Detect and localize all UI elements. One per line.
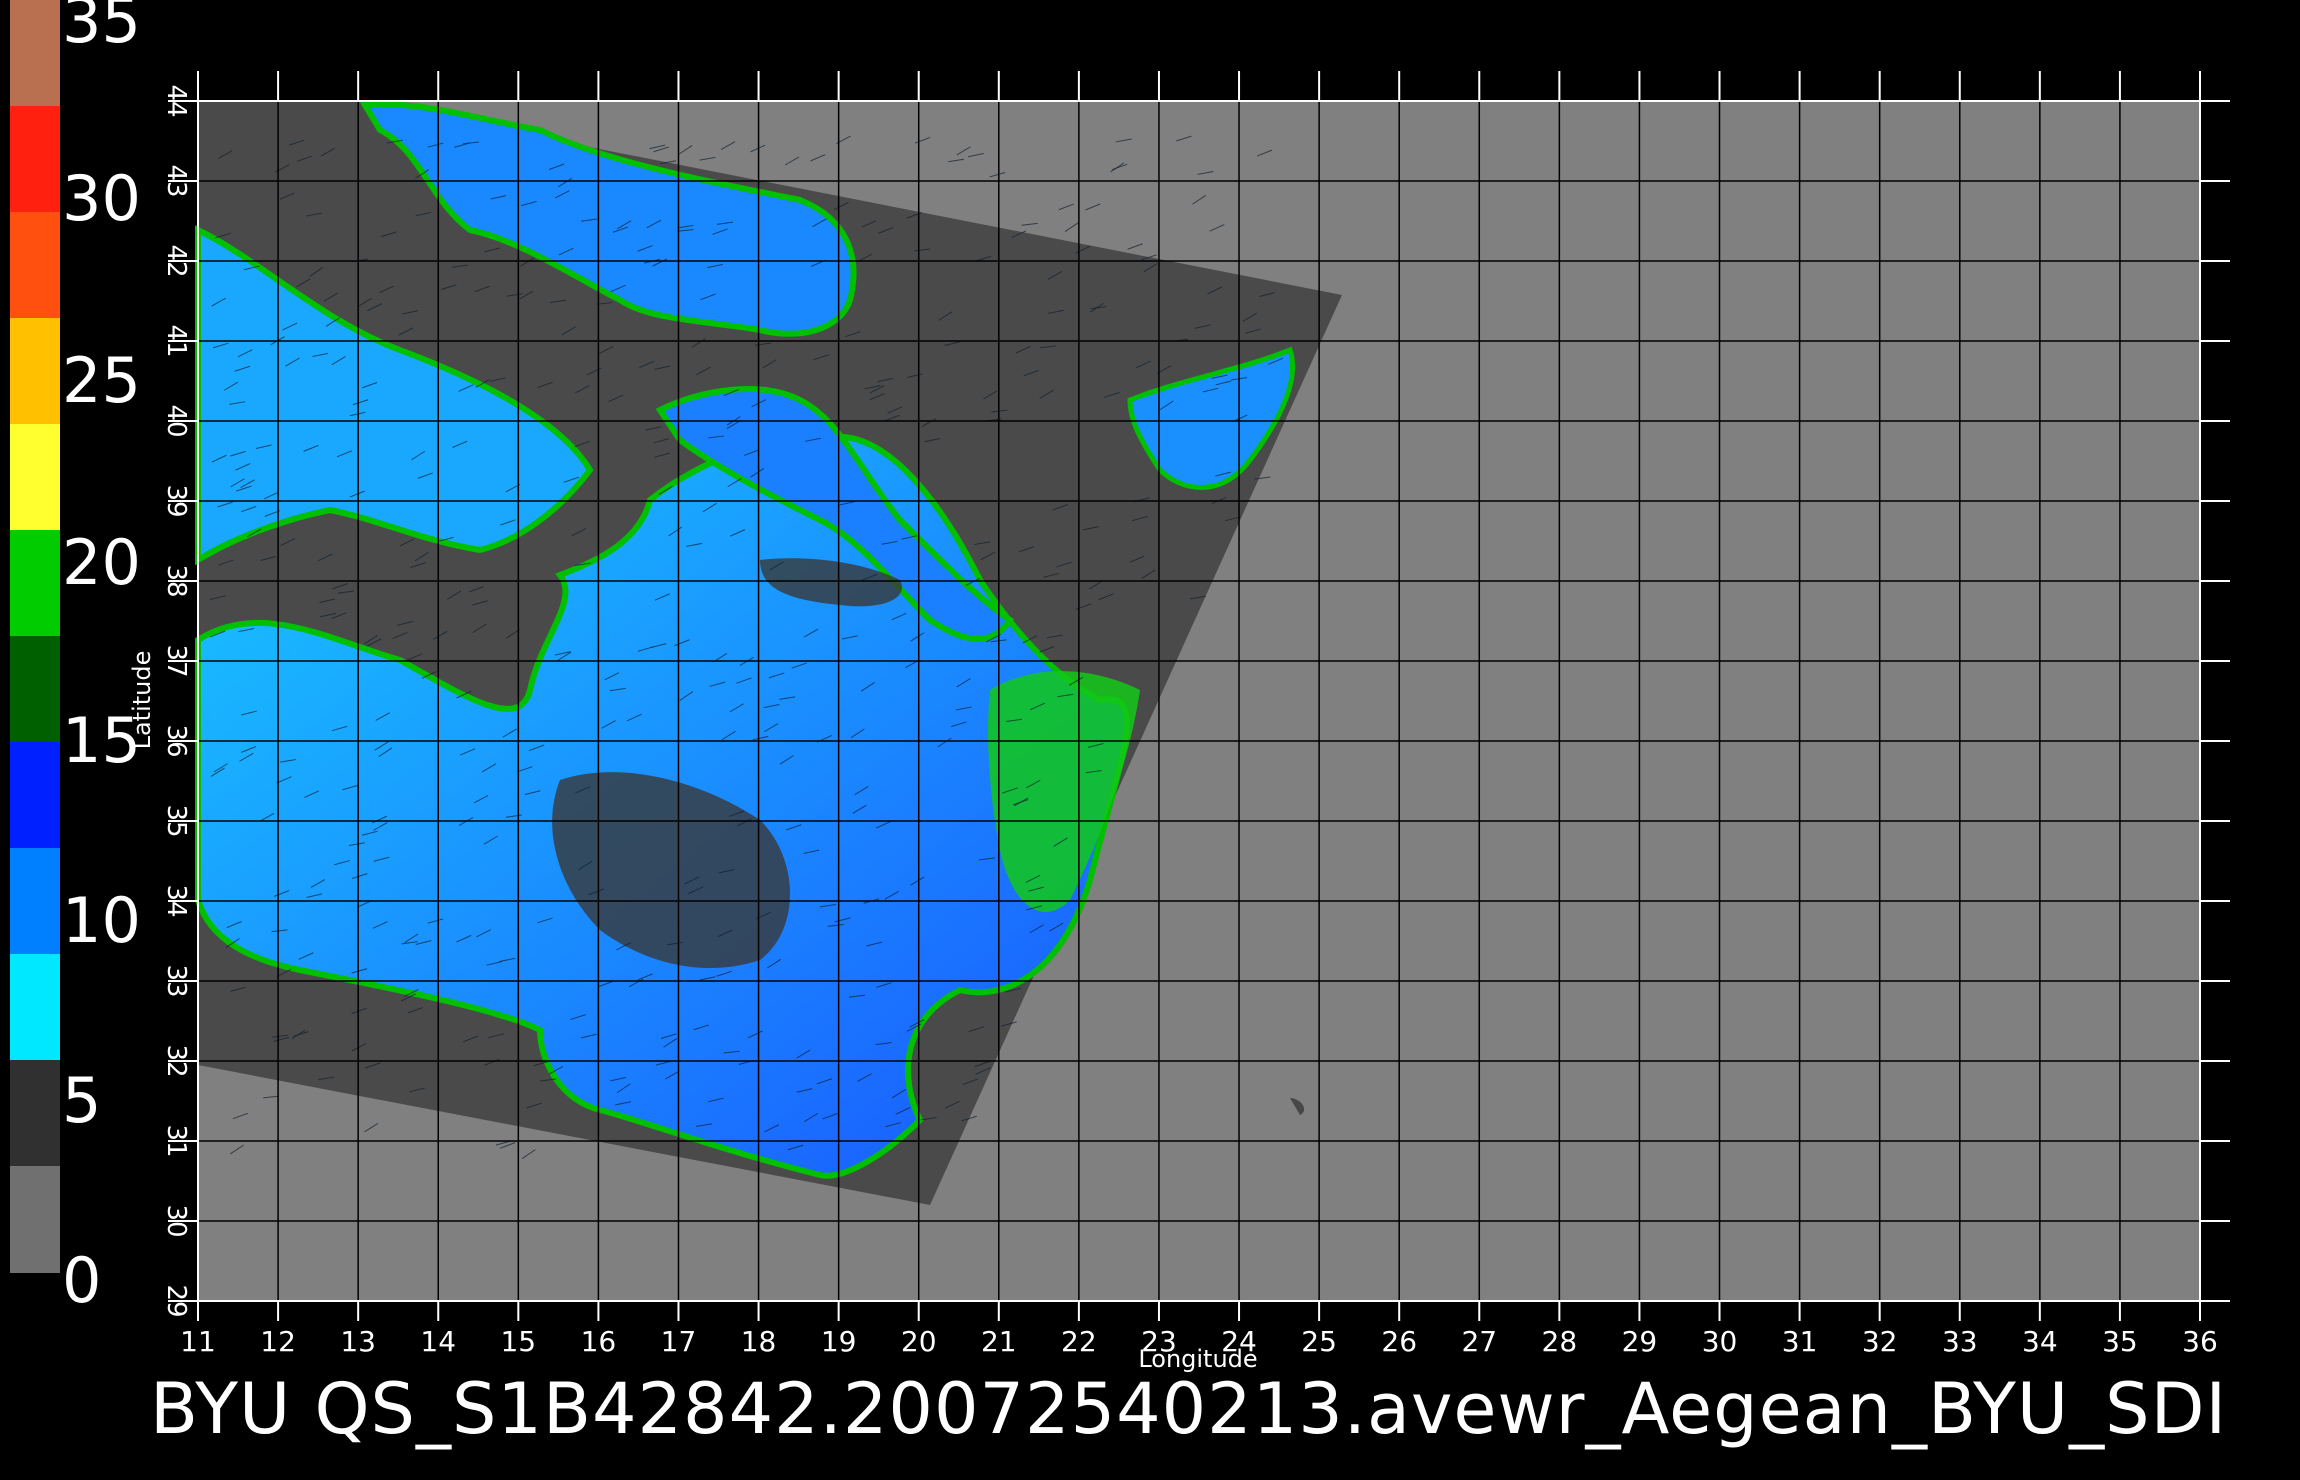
- y-tick-label: 44: [161, 84, 191, 117]
- y-tick-label: 41: [161, 324, 191, 357]
- x-tick-label: 26: [1381, 1325, 1417, 1358]
- x-tick-label: 12: [260, 1325, 296, 1358]
- x-tick-label: 36: [2182, 1325, 2218, 1358]
- x-tick-label: 11: [180, 1325, 216, 1358]
- map-plot: 11 12 13 14 15 16 17 18 19 20 21 22 23 24 25 26 27 28 29 30…: [128, 71, 2230, 1373]
- y-axis-label: Latitude: [128, 651, 156, 750]
- x-tick-label: 28: [1542, 1325, 1578, 1358]
- x-tick-label: 17: [661, 1325, 697, 1358]
- y-tick-label: 32: [161, 1044, 191, 1077]
- x-tick-label: 19: [821, 1325, 857, 1358]
- y-tick-label: 42: [161, 244, 191, 277]
- y-tick-label: 29: [161, 1284, 191, 1317]
- y-tick-label: 39: [161, 484, 191, 517]
- x-tick-label: 33: [1942, 1325, 1978, 1358]
- y-tick-label: 38: [161, 564, 191, 597]
- y-tick-label: 40: [161, 404, 191, 437]
- image-caption: BYU QS_S1B42842.20072540213.avewr_Aegean…: [150, 1368, 2228, 1450]
- y-tick-label: 36: [161, 724, 191, 757]
- scatterometer-map-viewer: 35 30 25 20 15 10 5 0 11 12 13 14 15 16 …: [0, 0, 2300, 1480]
- x-tick-label: 15: [500, 1325, 536, 1358]
- y-tick-label: 43: [161, 164, 191, 197]
- x-tick-label: 20: [901, 1325, 937, 1358]
- y-tick-label: 37: [161, 644, 191, 677]
- x-tick-label: 30: [1702, 1325, 1738, 1358]
- y-tick-label: 31: [161, 1124, 191, 1157]
- y-tick-label: 35: [161, 804, 191, 837]
- x-tick-label: 14: [420, 1325, 456, 1358]
- x-tick-label: 25: [1301, 1325, 1337, 1358]
- x-tick-label: 31: [1782, 1325, 1818, 1358]
- x-tick-label: 29: [1622, 1325, 1658, 1358]
- y-tick-label: 34: [161, 884, 191, 917]
- y-tick-label: 33: [161, 964, 191, 997]
- x-tick-label: 21: [981, 1325, 1017, 1358]
- y-tick-label: 30: [161, 1204, 191, 1237]
- x-tick-label: 18: [741, 1325, 777, 1358]
- x-tick-label: 27: [1461, 1325, 1497, 1358]
- x-tick-label: 22: [1061, 1325, 1097, 1358]
- x-tick-label: 35: [2102, 1325, 2138, 1358]
- x-tick-label: 16: [581, 1325, 617, 1358]
- x-tick-label: 13: [340, 1325, 376, 1358]
- x-tick-label: 34: [2022, 1325, 2058, 1358]
- x-tick-label: 32: [1862, 1325, 1898, 1358]
